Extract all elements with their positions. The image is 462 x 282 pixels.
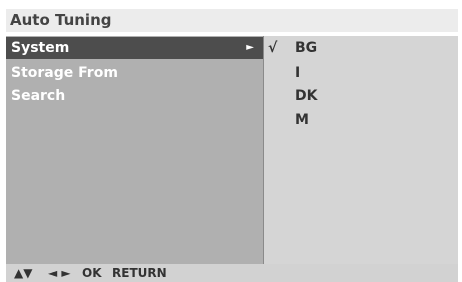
menu-item-label: Storage From [11, 65, 118, 81]
menu-item-label: System [11, 40, 70, 56]
menu-item-search[interactable]: Search [6, 85, 263, 107]
osd-menu: Auto Tuning System ► Storage From Search… [6, 0, 458, 282]
menu-item-system[interactable]: System ► [6, 37, 263, 59]
option-label: I [295, 65, 301, 81]
option-label: DK [295, 88, 318, 104]
option-label: BG [295, 40, 318, 56]
menu-panel: System ► Storage From Search [6, 36, 263, 264]
return-hint: RETURN [112, 266, 167, 280]
menu-item-label: Search [11, 88, 66, 104]
submenu-arrow-icon: ► [246, 42, 254, 53]
key-hint-bar: ▲▼ ◄ ► OK RETURN [6, 264, 458, 282]
option-label: M [295, 112, 309, 128]
title-bar: Auto Tuning [6, 9, 458, 32]
menu-item-storage-from[interactable]: Storage From [6, 62, 263, 84]
option-bg[interactable]: √ BG [264, 37, 459, 59]
options-panel: √ BG I DK M [263, 36, 458, 264]
check-icon: √ [268, 40, 278, 56]
ok-hint: OK [82, 266, 102, 280]
option-dk[interactable]: DK [264, 85, 459, 107]
page-title: Auto Tuning [10, 11, 112, 29]
option-m[interactable]: M [264, 109, 459, 131]
option-i[interactable]: I [264, 62, 459, 84]
left-right-arrows-icon: ◄ ► [48, 266, 71, 280]
up-down-arrows-icon: ▲▼ [14, 266, 33, 280]
